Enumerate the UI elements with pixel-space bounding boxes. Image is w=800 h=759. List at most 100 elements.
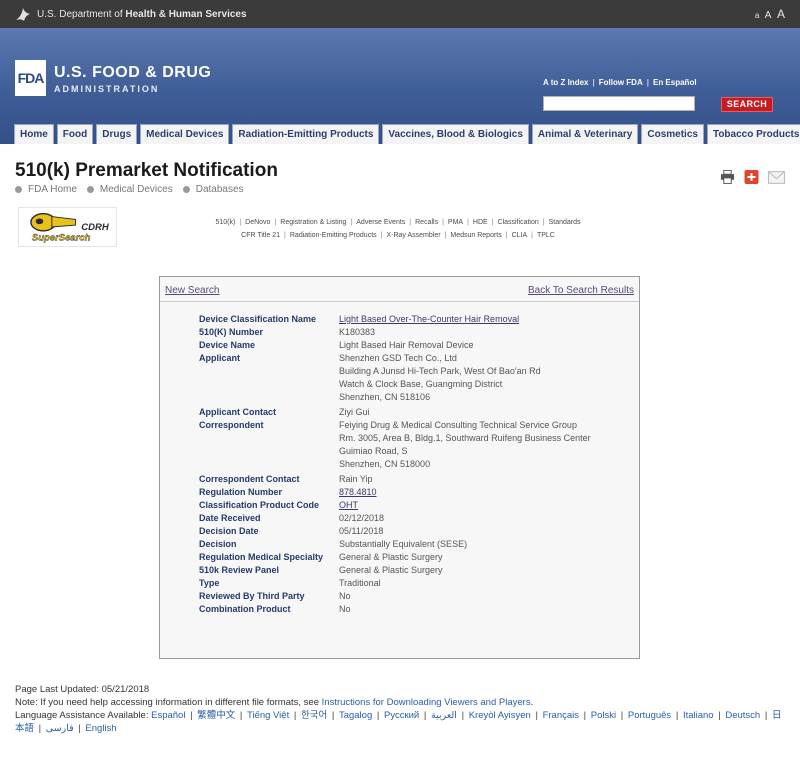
detail-label: Regulation Number [199,487,283,497]
back-to-search-results-link[interactable]: Back To Search Results [528,285,634,296]
language-link[interactable]: Русский [384,710,419,721]
db-link-hde[interactable]: HDE [473,219,488,226]
detail-label: Classification Product Code [199,500,320,510]
detail-value: 02/12/2018 [339,513,385,523]
tab-home[interactable]: Home [14,124,54,144]
language-link[interactable]: 繁體中文 [197,710,235,721]
tab-drugs[interactable]: Drugs [96,124,138,144]
tab-animal-veterinary[interactable]: Animal & Veterinary [531,124,639,144]
font-size-controls: a A A [752,7,785,21]
detail-label: Combination Product [199,604,291,614]
font-size-medium[interactable]: A [765,10,772,21]
tab-medical-devices[interactable]: Medical Devices [140,124,230,144]
font-size-small[interactable]: a [755,11,759,20]
detail-label: Device Classification Name [199,314,317,324]
language-separator: | [374,710,382,721]
language-link[interactable]: Français [543,710,579,721]
follow-fda-link[interactable]: Follow FDA [599,78,643,87]
instructions-viewers-link[interactable]: Instructions for Downloading Viewers and… [322,697,531,708]
tab-vaccines-blood-biologics[interactable]: Vaccines, Blood & Biologics [382,124,529,144]
db-link-medsun-reports[interactable]: Medsun Reports [450,232,501,239]
language-separator: | [715,710,724,721]
db-link-classification[interactable]: Classification [498,219,539,226]
tab-tobacco-products[interactable]: Tobacco Products [706,124,800,144]
db-link-cfr-title-21[interactable]: CFR Title 21 [241,232,280,239]
breadcrumb-fda-home[interactable]: FDA Home [28,184,77,195]
new-search-link[interactable]: New Search [165,285,219,296]
detail-value: Traditional [339,578,381,588]
db-link-registration-listing[interactable]: Registration & Listing [280,219,346,226]
search-button[interactable]: SEARCH [721,97,773,112]
db-link-510k[interactable]: 510(k) [215,219,235,226]
detail-value-link[interactable]: Light Based Over-The-Counter Hair Remova… [339,313,519,326]
detail-label: Type [199,578,220,588]
breadcrumb-bullet-icon [86,186,94,193]
language-link[interactable]: Tagalog [339,710,372,721]
detail-row: Applicant Shenzhen GSD Tech Co., Ltd Buil… [199,352,591,404]
hhs-link[interactable]: U.S. Department of Health & Human Servic… [37,9,247,20]
db-link-x-ray-assembler[interactable]: X-Ray Assembler [386,232,440,239]
db-link-radiation-emitting-products[interactable]: Radiation-Emitting Products [290,232,377,239]
language-link[interactable]: فارسی [46,723,74,734]
detail-row: Regulation Number 878.4810 [199,486,591,499]
breadcrumb-item: FDA Home [15,184,77,195]
language-link[interactable]: English [85,723,116,734]
db-link-tplc[interactable]: TPLC [537,232,555,239]
breadcrumb-medical-devices[interactable]: Medical Devices [100,184,173,195]
db-link-recalls[interactable]: Recalls [415,219,438,226]
tab-radiation-emitting-products[interactable]: Radiation-Emitting Products [232,124,380,144]
detail-value-link[interactable]: 878.4810 [339,486,377,499]
font-size-large[interactable]: A [777,7,785,21]
db-link-adverse-events[interactable]: Adverse Events [356,219,405,226]
email-icon[interactable] [768,170,785,184]
language-link[interactable]: Kreyòl Ayisyen [469,710,531,721]
language-link[interactable]: العربية [431,710,457,721]
file-formats-note: Note: If you need help accessing informa… [15,697,534,708]
breadcrumb-databases[interactable]: Databases [196,184,244,195]
detail-row: Device Name Light Based Hair Removal Devi… [199,339,591,352]
language-separator: | [237,710,245,721]
result-panel-header: New Search Back To Search Results [160,277,639,302]
db-link-denovo[interactable]: DeNovo [245,219,270,226]
site-title[interactable]: U.S. FOOD & DRUG [54,64,211,82]
search-input[interactable] [543,96,695,111]
detail-value: K180383 [339,327,376,337]
print-icon[interactable] [720,170,735,184]
detail-row: Reviewed By Third Party No [199,590,591,603]
language-link[interactable]: Español [151,710,185,721]
share-plus-icon[interactable] [744,170,759,184]
detail-label: Applicant Contact [199,407,277,417]
detail-label: Reviewed By Third Party [199,591,305,601]
page-tools [720,170,785,184]
detail-value: Rain Yip [339,474,373,484]
language-link[interactable]: Italiano [683,710,714,721]
language-link[interactable]: Português [628,710,671,721]
detail-row: Date Received 02/12/2018 [199,512,591,525]
detail-label: Applicant [199,353,241,363]
en-espanol-link[interactable]: En Español [653,78,697,87]
language-link[interactable]: Polski [591,710,616,721]
detail-value: General & Plastic Surgery [339,565,443,575]
language-link[interactable]: 한국어 [301,710,327,721]
tab-food[interactable]: Food [56,124,94,144]
detail-label: Date Received [199,513,261,523]
detail-row: Type Traditional [199,577,591,590]
db-link-pma[interactable]: PMA [448,219,463,226]
detail-value-link[interactable]: OHT [339,499,358,512]
cdrh-supersearch-logo[interactable]: CDRH SuperSearch [18,207,117,247]
detail-label: Regulation Medical Specialty [199,552,324,562]
tab-cosmetics[interactable]: Cosmetics [641,124,704,144]
language-link[interactable]: Deutsch [725,710,760,721]
language-link[interactable]: Tiếng Việt [247,710,289,721]
db-link-clia[interactable]: CLIA [512,232,528,239]
db-link-standards[interactable]: Standards [549,219,581,226]
utility-links: A to Z Index | Follow FDA | En Español [543,78,697,87]
fda-logo[interactable]: FDA [15,60,46,96]
detail-value: Substantially Equivalent (SESE) [339,539,468,549]
svg-text:SuperSearch: SuperSearch [32,232,91,243]
language-separator: | [187,710,196,721]
breadcrumb-bullet-icon [182,186,190,193]
language-separator: | [36,723,44,734]
a-to-z-index-link[interactable]: A to Z Index [543,78,588,87]
detail-row: Decision Date 05/11/2018 [199,525,591,538]
